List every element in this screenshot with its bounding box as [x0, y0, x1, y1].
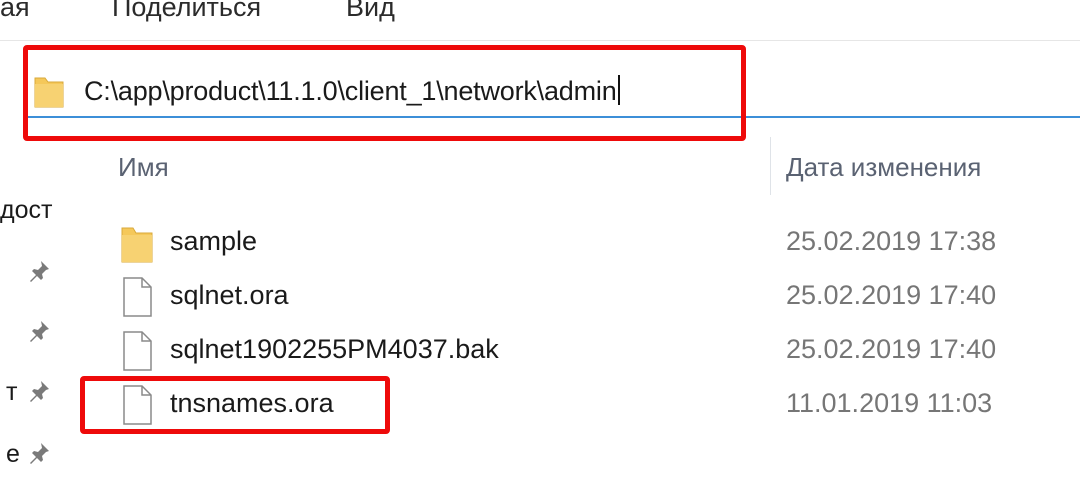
- file-row-sample[interactable]: sample 25.02.2019 17:38: [110, 216, 1080, 268]
- column-header-name[interactable]: Имя: [118, 152, 169, 183]
- pin-icon: [30, 321, 49, 342]
- navigation-pane: дост т е: [0, 140, 70, 483]
- file-date-modified: 25.02.2019 17:38: [786, 226, 997, 256]
- ribbon-divider: [0, 40, 1080, 41]
- pin-icon: [30, 381, 49, 402]
- ribbon-tab-view[interactable]: Вид: [346, 0, 395, 23]
- file-row-sqlnet-bak[interactable]: sqlnet1902255PM4037.bak 25.02.2019 17:40: [110, 324, 1080, 376]
- file-icon: [123, 277, 152, 317]
- folder-icon: [121, 227, 153, 263]
- nav-item-label: т: [6, 378, 18, 406]
- file-name: sqlnet.ora: [170, 280, 289, 310]
- column-header-date-modified[interactable]: Дата изменения: [786, 152, 981, 183]
- pin-icon: [30, 443, 49, 464]
- file-name: sqlnet1902255PM4037.bak: [170, 334, 499, 364]
- file-date-modified: 25.02.2019 17:40: [786, 334, 997, 364]
- file-row-sqlnet-ora[interactable]: sqlnet.ora 25.02.2019 17:40: [110, 270, 1080, 322]
- nav-item-quick-access[interactable]: дост: [0, 196, 52, 236]
- column-separator[interactable]: [770, 137, 771, 195]
- file-date-modified: 25.02.2019 17:40: [786, 280, 997, 310]
- ribbon-tab-share[interactable]: Поделиться: [112, 0, 261, 23]
- ribbon-tab-main[interactable]: ая: [0, 0, 30, 23]
- file-icon: [123, 331, 152, 371]
- file-name: sample: [170, 226, 258, 256]
- address-highlight-box: [23, 45, 746, 141]
- pin-icon: [30, 261, 49, 282]
- nav-item-label: е: [6, 440, 20, 468]
- file-highlight-box: [80, 376, 390, 434]
- file-date-modified: 11.01.2019 11:03: [786, 388, 993, 418]
